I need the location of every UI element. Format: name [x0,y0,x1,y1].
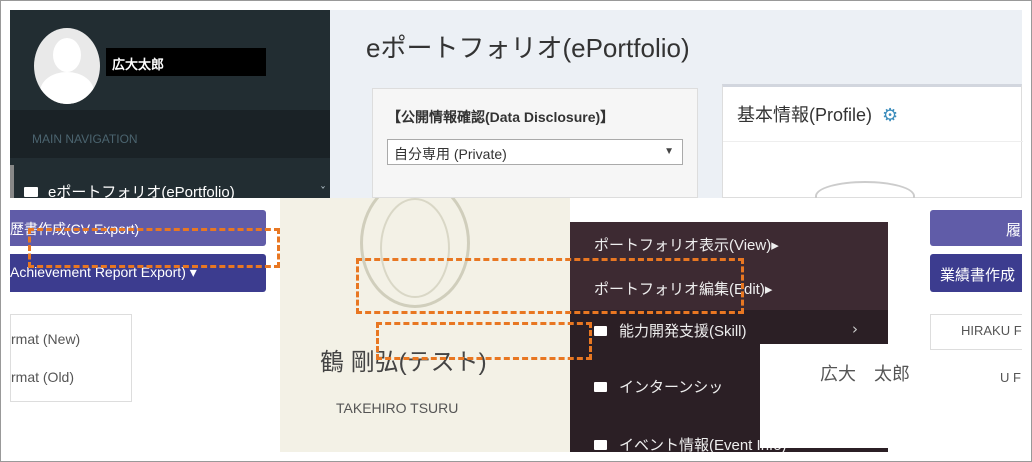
hiraku-option[interactable]: HIRAKU F [961,323,1022,338]
sidebar: 広大太郎 MAIN NAVIGATION eポートフォリオ(ePortfolio… [10,10,330,198]
annotation-box-name [376,322,592,360]
menu-item-event[interactable]: イベント情報(Event Info) [594,434,787,452]
format-option-fragment: U F [1000,370,1021,385]
main-navigation-header: MAIN NAVIGATION [10,110,330,158]
profile-panel: 基本情報(Profile) ⚙ [722,84,1023,211]
annotation-box-cv-export [28,228,280,268]
sidebar-item-eportfolio[interactable]: eポートフォリオ(ePortfolio) [10,165,330,198]
chevron-right-icon: › [852,320,858,338]
format-new-option[interactable]: rmat (New) [11,331,80,347]
disclosure-select[interactable]: 自分専用 (Private) ▼ [387,139,683,165]
achievement-button-right[interactable]: 業績書作成 [930,254,1022,292]
zoomed-detail-area: 歴書作成(CV Export) Achievement Report Expor… [10,198,1022,452]
sidebar-item-label: eポートフォリオ(ePortfolio) [48,184,235,198]
folder-icon [594,440,607,450]
profile-title: 基本情報(Profile) ⚙ [737,101,898,127]
avatar [34,28,100,104]
caret-icon: ˇ [320,185,326,198]
disclosure-select-value: 自分専用 (Private) [394,146,507,162]
menu-item-label: 能力開発支援(Skill) [619,323,747,340]
gear-icon[interactable]: ⚙ [882,105,898,126]
content-header-area: eポートフォリオ(ePortfolio) 【公開情報確認(Data Disclo… [330,10,1023,211]
annotation-box-view-edit [356,258,744,314]
menu-item-internship[interactable]: インターンシッ [594,376,723,397]
right-format-dropdown: HIRAKU F [930,314,1022,350]
divider [723,141,1023,142]
format-dropdown: rmat (New) rmat (Old) [10,314,132,402]
menu-item-skill[interactable]: 能力開発支援(Skill) [594,320,747,341]
folder-icon [24,187,38,197]
data-disclosure-label: 【公開情報確認(Data Disclosure)】 [387,109,615,125]
profile-title-text: 基本情報(Profile) [737,105,873,125]
cv-button-right[interactable]: 履 [930,210,1022,246]
data-disclosure-panel: 【公開情報確認(Data Disclosure)】 自分専用 (Private)… [372,88,698,198]
chevron-down-icon: ▼ [664,146,674,157]
user-panel: 広大太郎 [10,10,330,110]
folder-icon [594,382,607,392]
page-title: eポートフォリオ(ePortfolio) [366,33,690,63]
name-tooltip: 広大 太郎 [760,344,1022,448]
tooltip-name: 広大 太郎 [820,364,910,384]
person-romaji-name: TAKEHIRO TSURU [336,400,459,416]
menu-item-label: インターンシッ [619,379,724,396]
format-old-option[interactable]: rmat (Old) [11,369,74,385]
menu-item-view[interactable]: ポートフォリオ表示(View)▸ [594,234,779,255]
username: 広大太郎 [106,48,266,76]
folder-icon [594,326,607,336]
